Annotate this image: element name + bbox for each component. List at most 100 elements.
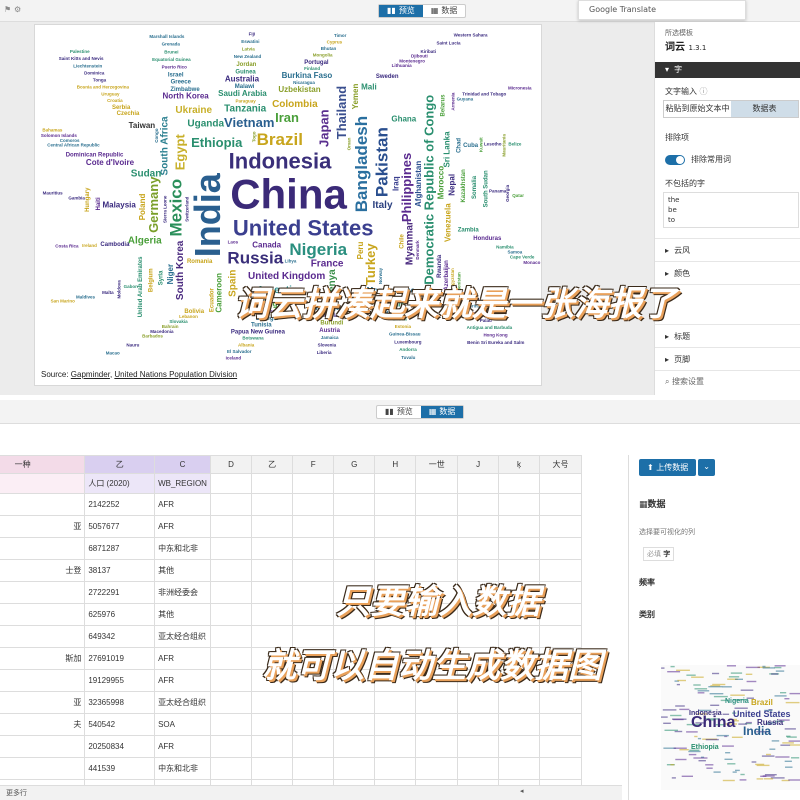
table-cell[interactable]	[374, 757, 417, 780]
table-cell[interactable]	[292, 581, 335, 604]
upload-dropdown-button[interactable]: ⌄	[698, 459, 715, 476]
table-cell[interactable]: AFR	[154, 515, 211, 538]
column-header[interactable]: H	[374, 455, 417, 474]
table-cell[interactable]	[498, 757, 540, 780]
table-cell[interactable]	[0, 581, 86, 604]
table-cell[interactable]	[333, 537, 376, 560]
table-cell[interactable]	[333, 757, 376, 780]
column-subheader[interactable]	[374, 473, 417, 494]
table-cell[interactable]	[498, 493, 540, 516]
datatable-tab[interactable]: 数据表	[731, 101, 798, 117]
table-cell[interactable]: 5057677	[84, 515, 156, 538]
table-cell[interactable]	[538, 757, 583, 780]
tab-data[interactable]: ▦ 数据	[420, 406, 464, 418]
table-cell[interactable]	[415, 515, 459, 538]
table-cell[interactable]	[292, 757, 335, 780]
table-cell[interactable]	[457, 713, 500, 736]
table-cell[interactable]: 其他	[154, 603, 211, 626]
table-cell[interactable]	[292, 559, 335, 582]
column-header[interactable]: F	[292, 455, 335, 474]
paste-tab[interactable]: 粘贴到原始文本中	[664, 101, 731, 117]
table-cell[interactable]	[498, 691, 540, 714]
gear-icon[interactable]: ⚙	[14, 5, 21, 14]
table-cell[interactable]	[0, 603, 86, 626]
table-cell[interactable]: 亚太经合组织	[154, 691, 211, 714]
table-cell[interactable]: AFR	[154, 735, 211, 758]
help-icon[interactable]: ⓘ	[700, 87, 708, 96]
table-cell[interactable]	[374, 493, 417, 516]
table-cell[interactable]: 20250834	[84, 735, 156, 758]
table-cell[interactable]	[292, 515, 335, 538]
table-cell[interactable]	[292, 537, 335, 560]
table-cell[interactable]	[374, 515, 417, 538]
column-header[interactable]: 一世	[415, 455, 459, 474]
table-cell[interactable]	[0, 625, 86, 648]
column-header[interactable]: C	[154, 455, 211, 474]
table-cell[interactable]: 夫	[0, 713, 86, 736]
table-cell[interactable]	[538, 713, 583, 736]
table-cell[interactable]	[209, 603, 252, 626]
column-header[interactable]: 乙	[84, 455, 156, 474]
table-cell[interactable]	[415, 493, 459, 516]
table-cell[interactable]	[374, 691, 417, 714]
table-cell[interactable]	[209, 493, 252, 516]
table-cell[interactable]	[250, 537, 294, 560]
table-cell[interactable]: 斯加	[0, 647, 86, 670]
table-cell[interactable]	[250, 515, 294, 538]
table-cell[interactable]: 649342	[84, 625, 156, 648]
table-cell[interactable]	[0, 493, 86, 516]
scroll-arrow-icon[interactable]: ◂	[520, 787, 524, 795]
column-subheader[interactable]: WB_REGION	[154, 473, 211, 494]
table-cell[interactable]	[457, 691, 500, 714]
table-cell[interactable]	[209, 515, 252, 538]
flag-icon[interactable]: ⚑	[4, 5, 11, 14]
table-cell[interactable]	[498, 515, 540, 538]
section-colors[interactable]: ▸ 颜色	[655, 262, 800, 285]
table-cell[interactable]	[292, 493, 335, 516]
column-subheader[interactable]	[292, 473, 335, 494]
table-cell[interactable]	[538, 537, 583, 560]
table-cell[interactable]	[250, 691, 294, 714]
table-cell[interactable]	[250, 581, 294, 604]
table-cell[interactable]: 38137	[84, 559, 156, 582]
table-cell[interactable]: 2142252	[84, 493, 156, 516]
table-cell[interactable]: 441539	[84, 757, 156, 780]
table-cell[interactable]	[292, 691, 335, 714]
table-cell[interactable]	[415, 691, 459, 714]
table-cell[interactable]	[498, 537, 540, 560]
table-cell[interactable]	[457, 537, 500, 560]
table-cell[interactable]: 亚	[0, 691, 86, 714]
table-cell[interactable]: AFR	[154, 669, 211, 692]
table-cell[interactable]	[415, 713, 459, 736]
table-cell[interactable]	[0, 757, 86, 780]
column-header[interactable]: G	[333, 455, 376, 474]
table-cell[interactable]	[415, 735, 459, 758]
table-cell[interactable]	[333, 691, 376, 714]
mini-wordcloud-thumbnail[interactable]: China IndiaIndonesia United StatesNigeria B…	[661, 665, 800, 790]
table-cell[interactable]	[250, 493, 294, 516]
exclude-common-toggle[interactable]	[665, 154, 685, 165]
table-cell[interactable]	[250, 757, 294, 780]
table-cell[interactable]: 19129955	[84, 669, 156, 692]
table-cell[interactable]: 中东和北非	[154, 537, 211, 560]
column-subheader[interactable]: 人口 (2020)	[84, 473, 156, 494]
column-header[interactable]: 大号	[538, 455, 583, 474]
tab-preview[interactable]: ▮▮ 预览	[379, 5, 423, 17]
table-cell[interactable]	[209, 735, 252, 758]
column-subheader[interactable]	[538, 473, 583, 494]
column-header[interactable]: 乙	[250, 455, 294, 474]
table-cell[interactable]	[250, 713, 294, 736]
table-cell[interactable]: 其他	[154, 559, 211, 582]
table-cell[interactable]	[415, 537, 459, 560]
table-cell[interactable]	[209, 537, 252, 560]
column-subheader[interactable]	[250, 473, 294, 494]
table-cell[interactable]	[333, 493, 376, 516]
table-cell[interactable]: 540542	[84, 713, 156, 736]
column-header[interactable]: J	[457, 455, 500, 474]
table-cell[interactable]	[457, 515, 500, 538]
table-cell[interactable]: 亚	[0, 515, 86, 538]
section-cloud-style[interactable]: ▸ 云风	[655, 239, 800, 262]
table-cell[interactable]	[209, 757, 252, 780]
table-cell[interactable]	[374, 735, 417, 758]
table-cell[interactable]	[292, 603, 335, 626]
